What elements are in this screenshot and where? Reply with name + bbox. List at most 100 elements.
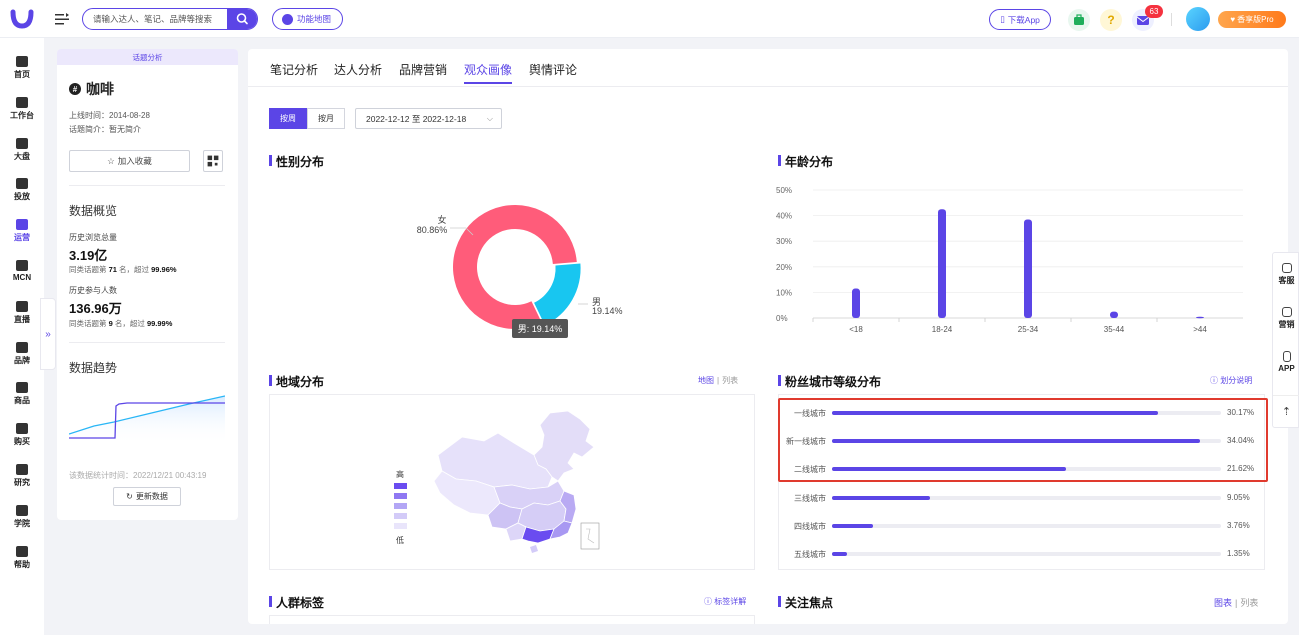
region-map-link[interactable]: 地图 bbox=[698, 376, 714, 385]
sidebar-item-workbench[interactable]: 工作台 bbox=[0, 87, 44, 123]
sidebar-item-dashboard[interactable]: 大盘 bbox=[0, 128, 44, 164]
compass-icon bbox=[282, 13, 293, 25]
toolbox-button[interactable] bbox=[1068, 9, 1090, 31]
sidebar-item-help[interactable]: 帮助 bbox=[0, 536, 44, 572]
legend-swatch bbox=[394, 513, 407, 519]
download-app-button[interactable]: ▯ 下载App bbox=[989, 9, 1051, 30]
sidebar-item-cart[interactable]: 购买 bbox=[0, 413, 44, 449]
marketing-button[interactable]: 营销 bbox=[1273, 307, 1299, 330]
rank-number: 71 bbox=[108, 265, 117, 274]
gender-donut-chart: 女80.86%男19.14%男: 19.14% bbox=[417, 204, 623, 338]
cart-icon bbox=[16, 423, 28, 435]
sidebar-item-research[interactable]: 研究 bbox=[0, 454, 44, 490]
chevron-down-icon: ⌵ bbox=[486, 114, 493, 123]
rank-prefix: 同类话题第 bbox=[69, 319, 107, 328]
city-level-row[interactable]: 五线城市 1.35% bbox=[779, 547, 1264, 561]
age-bar[interactable] bbox=[1024, 219, 1032, 318]
city-level-value: 3.76% bbox=[1227, 521, 1250, 530]
age-bar[interactable] bbox=[938, 209, 946, 318]
search-input[interactable] bbox=[83, 9, 229, 28]
china-map[interactable] bbox=[418, 407, 606, 557]
sidebar-item-label: 工作台 bbox=[10, 110, 34, 120]
legend-swatch bbox=[394, 503, 407, 509]
progress-fill bbox=[832, 496, 930, 500]
sidebar-item-ads[interactable]: 投放 bbox=[0, 168, 44, 204]
focus-chart-link[interactable]: 图表 bbox=[1214, 598, 1232, 608]
tab-brand[interactable]: 品牌营销 bbox=[399, 61, 447, 78]
app-label: APP bbox=[1278, 364, 1295, 373]
city-level-help[interactable]: ⓘ 划分说明 bbox=[1210, 375, 1252, 386]
date-range-select[interactable]: 2022-12-12 至 2022-12-18 ⌵ bbox=[355, 108, 502, 129]
x-tick-label: >44 bbox=[1193, 325, 1207, 334]
city-level-label: 三线城市 bbox=[794, 494, 826, 503]
logo-icon[interactable] bbox=[10, 9, 34, 29]
sidebar-item-academy[interactable]: 学院 bbox=[0, 495, 44, 531]
crowd-tags-help[interactable]: ⓘ 标签详解 bbox=[704, 596, 746, 607]
sidebar-item-label: 商品 bbox=[14, 396, 30, 406]
legend-high: 高 bbox=[396, 470, 404, 479]
feature-map-button[interactable]: 功能地图 bbox=[272, 8, 343, 30]
customer-service-button[interactable]: 客服 bbox=[1273, 263, 1299, 286]
sidebar-item-mcn[interactable]: MCN bbox=[0, 250, 44, 286]
tab-audience[interactable]: 观众画像 bbox=[464, 61, 513, 84]
pro-version-badge[interactable]: ♥ 香享版Pro bbox=[1218, 11, 1286, 28]
update-time: 该数据统计时间：2022/12/21 00:43:19 bbox=[69, 471, 207, 480]
academy-icon bbox=[16, 504, 28, 516]
crowd-tags-box bbox=[269, 615, 755, 624]
hashtag-icon: # bbox=[69, 83, 81, 95]
x-tick-label: <18 bbox=[849, 325, 863, 334]
sidebar-item-label: 购买 bbox=[14, 437, 30, 447]
legend-swatch bbox=[394, 493, 407, 499]
topic-info-card: 话题分析 # 咖啡 上线时间：2014-08-28 话题简介：暂无简介 ☆ 加入… bbox=[57, 49, 238, 520]
message-count-badge: 63 bbox=[1145, 5, 1163, 18]
tab-notes[interactable]: 笔记分析 bbox=[270, 61, 318, 78]
menu-toggle-icon[interactable] bbox=[54, 11, 70, 27]
region-list-link[interactable]: 列表 bbox=[722, 376, 738, 385]
sidebar-item-brand[interactable]: 品牌 bbox=[0, 332, 44, 368]
qr-code-button[interactable] bbox=[203, 150, 223, 172]
legend-swatch bbox=[394, 523, 407, 529]
tab-creators[interactable]: 达人分析 bbox=[334, 61, 382, 78]
refresh-data-button[interactable]: ↻ 更新数据 bbox=[113, 487, 181, 506]
age-bar[interactable] bbox=[852, 288, 860, 318]
sidebar-item-home[interactable]: 首页 bbox=[0, 46, 44, 82]
trend-title: 数据趋势 bbox=[69, 361, 118, 375]
help-circle-icon: ⓘ bbox=[704, 597, 712, 606]
add-favorite-button[interactable]: ☆ 加入收藏 bbox=[69, 150, 190, 172]
back-to-top-button[interactable]: ⇡ bbox=[1273, 395, 1299, 425]
focus-list-link[interactable]: 列表 bbox=[1240, 598, 1258, 608]
people-value: 136.96万 bbox=[69, 301, 122, 316]
chart-tooltip-text: 男: 19.14% bbox=[518, 324, 563, 334]
help-button[interactable]: ? bbox=[1100, 9, 1122, 31]
x-tick-label: 18-24 bbox=[932, 325, 953, 334]
people-label: 历史参与人数 bbox=[69, 286, 117, 295]
city-level-row[interactable]: 三线城市 9.05% bbox=[779, 491, 1264, 505]
sidebar-item-goods[interactable]: 商品 bbox=[0, 372, 44, 408]
rank-percent: 99.96% bbox=[151, 265, 177, 274]
city-level-value: 1.35% bbox=[1227, 549, 1250, 558]
crowd-tags-help-label: 标签详解 bbox=[714, 597, 747, 606]
operation-icon bbox=[16, 219, 28, 231]
period-month-button[interactable]: 按月 bbox=[307, 108, 345, 129]
age-bar[interactable] bbox=[1110, 311, 1118, 318]
research-icon bbox=[16, 464, 28, 475]
highlight-box bbox=[778, 398, 1268, 482]
period-week-button[interactable]: 按周 bbox=[269, 108, 307, 129]
toolbar-divider bbox=[1171, 13, 1172, 26]
question-icon: ? bbox=[1107, 13, 1115, 27]
tab-comments[interactable]: 舆情评论 bbox=[529, 61, 577, 78]
sidebar-item-label: 运营 bbox=[14, 233, 30, 243]
age-bar[interactable] bbox=[1196, 316, 1204, 319]
donut-slice-male[interactable] bbox=[534, 263, 581, 326]
search-button[interactable] bbox=[227, 9, 257, 29]
expand-panel-button[interactable]: » bbox=[40, 298, 56, 370]
sidebar-item-live[interactable]: 直播 bbox=[0, 291, 44, 327]
city-level-row[interactable]: 四线城市 3.76% bbox=[779, 519, 1264, 533]
sidebar-item-operation[interactable]: 运营 bbox=[0, 209, 44, 245]
online-time: 上线时间：2014-08-28 bbox=[69, 111, 150, 120]
age-title: 年龄分布 bbox=[778, 153, 833, 170]
user-avatar[interactable] bbox=[1186, 7, 1210, 31]
help-circle-icon: ⓘ bbox=[1210, 376, 1218, 385]
app-button[interactable]: APP bbox=[1273, 351, 1299, 373]
download-app-label: 下载App bbox=[1007, 14, 1040, 25]
